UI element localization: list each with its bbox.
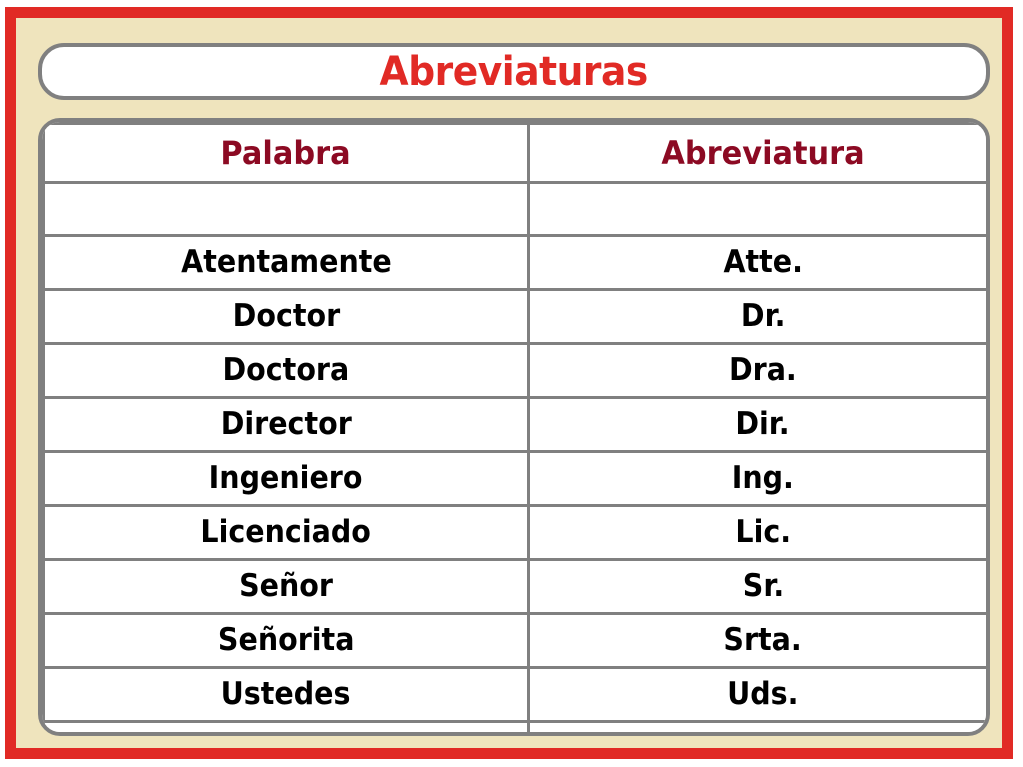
- page-title: Abreviaturas: [379, 48, 649, 95]
- cell-label-abbreviation: Uds.: [727, 676, 799, 712]
- table-row-empty-bottom: [42, 720, 986, 732]
- cell-abbreviation: Lic.: [527, 504, 986, 561]
- cell-label-abbreviation: Dra.: [729, 352, 797, 388]
- table-row: Ingeniero Ing.: [42, 450, 986, 507]
- table-row-empty-top: [42, 181, 986, 237]
- cell-label-word: Doctora: [222, 352, 350, 388]
- cell-word: Señor: [42, 558, 530, 615]
- table-row: Señorita Srta.: [42, 612, 986, 669]
- table-row: Director Dir.: [42, 396, 986, 453]
- cell-label-word: Ingeniero: [209, 460, 363, 496]
- cell-word: Doctor: [42, 288, 530, 345]
- cell-abbreviation-empty-bottom: [527, 720, 986, 732]
- table-row: Señor Sr.: [42, 558, 986, 615]
- cell-label-abbreviation: Dir.: [735, 406, 791, 442]
- table-row: Ustedes Uds.: [42, 666, 986, 723]
- header-cell-abbreviation: Abreviatura: [527, 122, 986, 184]
- cell-label-word: Ustedes: [221, 676, 351, 712]
- cell-abbreviation: Atte.: [527, 234, 986, 291]
- table-row: Atentamente Atte.: [42, 234, 986, 291]
- slide-frame: Abreviaturas Palabra Abreviatura Atentam…: [5, 7, 1013, 759]
- cell-label-abbreviation: Lic.: [735, 514, 791, 550]
- cell-label-word: Doctor: [232, 298, 340, 334]
- cell-label-word: Señor: [239, 568, 333, 604]
- header-label-abbreviation: Abreviatura: [661, 134, 865, 172]
- cell-word: Señorita: [42, 612, 530, 669]
- cell-label-word: Atentamente: [180, 244, 392, 280]
- abbreviations-table-container: Palabra Abreviatura Atentamente Atte. Do…: [38, 118, 990, 736]
- cell-abbreviation: Uds.: [527, 666, 986, 723]
- cell-word: Director: [42, 396, 530, 453]
- cell-label-word: Director: [220, 406, 352, 442]
- cell-abbreviation: Dir.: [527, 396, 986, 453]
- cell-label-abbreviation: Srta.: [723, 622, 803, 658]
- cell-word-empty-top: [42, 181, 530, 237]
- cell-label-abbreviation: Atte.: [723, 244, 803, 280]
- header-label-word: Palabra: [220, 134, 352, 172]
- cell-label-abbreviation: Dr.: [740, 298, 786, 334]
- cell-word-empty-bottom: [42, 720, 530, 732]
- cell-label-abbreviation: Sr.: [742, 568, 784, 604]
- table-row: Doctora Dra.: [42, 342, 986, 399]
- table-row: Licenciado Lic.: [42, 504, 986, 561]
- cell-abbreviation: Dr.: [527, 288, 986, 345]
- cell-abbreviation: Srta.: [527, 612, 986, 669]
- cell-abbreviation: Ing.: [527, 450, 986, 507]
- title-banner: Abreviaturas: [38, 43, 990, 100]
- cell-abbreviation-empty-top: [527, 181, 986, 237]
- cell-abbreviation: Dra.: [527, 342, 986, 399]
- cell-word: Doctora: [42, 342, 530, 399]
- cell-abbreviation: Sr.: [527, 558, 986, 615]
- cell-label-word: Señorita: [217, 622, 355, 658]
- cell-word: Atentamente: [42, 234, 530, 291]
- table-header-row: Palabra Abreviatura: [42, 122, 986, 184]
- cell-label-word: Licenciado: [200, 514, 372, 550]
- cell-word: Licenciado: [42, 504, 530, 561]
- cell-label-abbreviation: Ing.: [731, 460, 795, 496]
- header-cell-word: Palabra: [42, 122, 530, 184]
- cell-word: Ingeniero: [42, 450, 530, 507]
- abbreviations-table: Palabra Abreviatura Atentamente Atte. Do…: [42, 122, 986, 732]
- table-row: Doctor Dr.: [42, 288, 986, 345]
- table-body: Palabra Abreviatura Atentamente Atte. Do…: [42, 122, 986, 732]
- cell-word: Ustedes: [42, 666, 530, 723]
